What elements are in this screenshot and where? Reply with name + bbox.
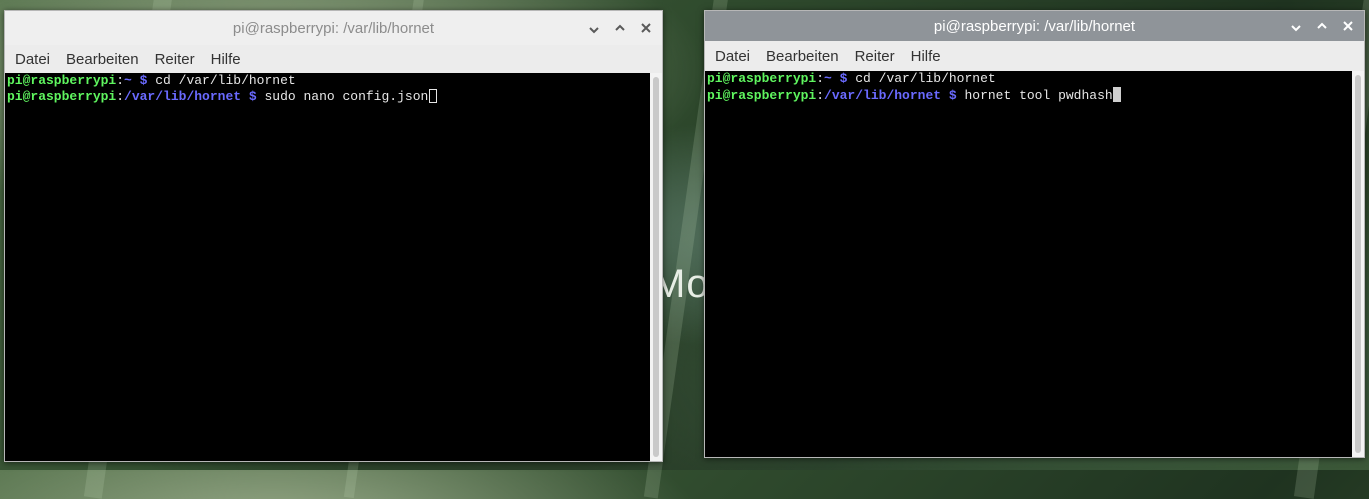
terminal-output[interactable]: pi@raspberrypi:~ $ cd /var/lib/hornet pi@… (705, 71, 1352, 457)
command-text: cd /var/lib/hornet (855, 71, 996, 86)
window-controls (1288, 11, 1356, 41)
close-icon[interactable] (1340, 18, 1356, 34)
prompt-path: ~ (824, 71, 832, 86)
terminal-window-right[interactable]: pi@raspberrypi: /var/lib/hornet Datei Be… (704, 10, 1365, 458)
terminal-line: pi@raspberrypi:/var/lib/hornet $ hornet … (707, 87, 1350, 104)
prompt-separator: : (116, 73, 125, 88)
menu-hilfe[interactable]: Hilfe (903, 48, 949, 65)
prompt-symbol: $ (241, 89, 265, 104)
prompt-user: pi@raspberrypi (7, 89, 117, 104)
menu-hilfe[interactable]: Hilfe (203, 51, 249, 68)
prompt-path: /var/lib/hornet (824, 88, 942, 103)
prompt-user: pi@raspberrypi (707, 88, 817, 103)
command-text: cd /var/lib/hornet (155, 73, 296, 88)
scrollbar[interactable] (1352, 71, 1364, 457)
window-title: pi@raspberrypi: /var/lib/hornet (232, 19, 435, 37)
prompt-separator: : (116, 89, 125, 104)
prompt-separator: : (816, 88, 825, 103)
menu-bar: Datei Bearbeiten Reiter Hilfe (705, 41, 1364, 71)
menu-bar: Datei Bearbeiten Reiter Hilfe (5, 45, 662, 73)
command-text: sudo nano config.json (264, 89, 429, 104)
scroll-thumb[interactable] (653, 77, 659, 457)
menu-reiter[interactable]: Reiter (847, 48, 903, 65)
menu-bearbeiten[interactable]: Bearbeiten (58, 51, 147, 68)
terminal-area: pi@raspberrypi:~ $ cd /var/lib/hornet pi@… (705, 71, 1364, 457)
terminal-line: pi@raspberrypi:~ $ cd /var/lib/hornet (707, 71, 1350, 87)
text-cursor (429, 89, 438, 103)
prompt-path: ~ (124, 73, 132, 88)
command-text: hornet tool pwdhash (964, 88, 1113, 103)
window-controls (586, 11, 654, 45)
close-icon[interactable] (638, 20, 654, 36)
menu-reiter[interactable]: Reiter (147, 51, 203, 68)
prompt-symbol: $ (831, 71, 856, 86)
maximize-icon[interactable] (1314, 18, 1330, 34)
minimize-icon[interactable] (1288, 18, 1304, 34)
scrollbar[interactable] (650, 73, 662, 461)
menu-datei[interactable]: Datei (7, 51, 58, 68)
menu-datei[interactable]: Datei (707, 48, 758, 65)
terminal-output[interactable]: pi@raspberrypi:~ $ cd /var/lib/hornet pi@… (5, 73, 650, 461)
text-cursor (1112, 87, 1121, 102)
maximize-icon[interactable] (612, 20, 628, 36)
terminal-area: pi@raspberrypi:~ $ cd /var/lib/hornet pi@… (5, 73, 662, 461)
terminal-line: pi@raspberrypi:/var/lib/hornet $ sudo na… (7, 89, 648, 105)
window-titlebar[interactable]: pi@raspberrypi: /var/lib/hornet (5, 11, 662, 45)
menu-bearbeiten[interactable]: Bearbeiten (758, 48, 847, 65)
terminal-window-left[interactable]: pi@raspberrypi: /var/lib/hornet Datei Be… (4, 10, 663, 462)
prompt-symbol: $ (941, 88, 965, 103)
prompt-user: pi@raspberrypi (7, 73, 117, 88)
prompt-symbol: $ (131, 73, 156, 88)
scroll-thumb[interactable] (1355, 75, 1361, 453)
window-title: pi@raspberrypi: /var/lib/hornet (933, 17, 1136, 35)
prompt-path: /var/lib/hornet (124, 89, 242, 104)
window-titlebar[interactable]: pi@raspberrypi: /var/lib/hornet (705, 11, 1364, 41)
minimize-icon[interactable] (586, 20, 602, 36)
prompt-separator: : (816, 71, 825, 86)
terminal-line: pi@raspberrypi:~ $ cd /var/lib/hornet (7, 73, 648, 89)
prompt-user: pi@raspberrypi (707, 71, 817, 86)
